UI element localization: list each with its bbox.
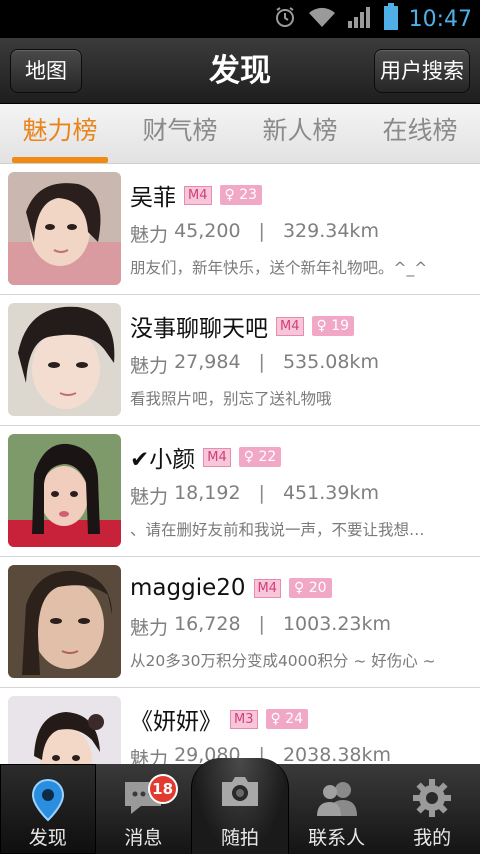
- status-bar: 10:47: [0, 0, 480, 38]
- distance: 1003.23km: [282, 613, 392, 635]
- age-badge: ♀ 20: [289, 578, 332, 598]
- user-name: 《妍妍》: [130, 709, 222, 735]
- divider: |: [258, 351, 265, 373]
- charm-label: 魅力: [130, 748, 169, 764]
- list-item[interactable]: 《妍妍》 M3 ♀ 24 魅力 29,080 | 2038.38km: [0, 688, 480, 764]
- user-search-button[interactable]: 用户搜索: [374, 49, 470, 93]
- avatar[interactable]: [8, 696, 121, 764]
- nav-mine-label: 我的: [413, 827, 452, 849]
- signal-icon: [347, 5, 373, 33]
- nav-snap[interactable]: 随拍: [191, 758, 289, 854]
- status-time: 10:47: [408, 6, 472, 32]
- divider: |: [258, 220, 265, 242]
- wifi-icon: [307, 5, 337, 33]
- level-badge: M3: [230, 709, 258, 729]
- user-signature: 、请在删好友前和我说一声，不要让我想…: [130, 521, 425, 539]
- charm-label: 魅力: [130, 486, 169, 508]
- level-badge: M4: [203, 447, 231, 467]
- bottom-nav: 发现 18 消息 随拍 联系人 我的: [0, 758, 480, 854]
- age-badge: ♀ 24: [265, 709, 309, 729]
- alarm-icon: [273, 5, 297, 33]
- tab-wealth[interactable]: 财气榜: [120, 104, 240, 163]
- user-name: 没事聊聊天吧: [130, 316, 268, 342]
- age-value: 20: [308, 580, 327, 596]
- avatar[interactable]: [8, 565, 121, 678]
- user-name: ✔小颜: [130, 447, 196, 473]
- age-badge: ♀ 22: [238, 447, 282, 467]
- list-item[interactable]: ✔小颜 M4 ♀ 22 魅力 18,192 | 451.39km 、请在删好友前…: [0, 426, 480, 557]
- avatar[interactable]: [8, 434, 121, 547]
- distance: 451.39km: [282, 482, 379, 504]
- charm-label: 魅力: [130, 617, 169, 639]
- user-signature: 朋友们，新年快乐，送个新年礼物吧。^_^: [130, 259, 428, 277]
- charm-value: 18,192: [174, 482, 241, 504]
- nav-discover[interactable]: 发现: [0, 764, 96, 854]
- age-value: 24: [285, 711, 304, 727]
- age-value: 19: [331, 318, 350, 334]
- user-signature: 从20多30万积分变成4000积分 ~ 好伤心 ~: [130, 652, 436, 670]
- avatar[interactable]: [8, 303, 121, 416]
- tab-charm[interactable]: 魅力榜: [0, 104, 120, 163]
- charm-label: 魅力: [130, 355, 169, 377]
- nav-mine[interactable]: 我的: [384, 764, 480, 854]
- divider: |: [258, 613, 265, 635]
- level-badge: M4: [184, 185, 212, 205]
- divider: |: [258, 482, 265, 504]
- charm-value: 16,728: [174, 613, 241, 635]
- nav-messages-label: 消息: [124, 827, 163, 849]
- nav-discover-label: 发现: [28, 827, 67, 849]
- age-value: 22: [258, 449, 277, 465]
- nav-snap-label: 随拍: [220, 827, 259, 849]
- distance: 535.08km: [282, 351, 379, 373]
- age-value: 23: [239, 187, 258, 203]
- nav-contacts-label: 联系人: [308, 827, 366, 849]
- list-item[interactable]: maggie20 M4 ♀ 20 魅力 16,728 | 1003.23km 从…: [0, 557, 480, 688]
- ranking-tabs: 魅力榜 财气榜 新人榜 在线榜: [0, 104, 480, 164]
- user-name: 吴菲: [130, 185, 176, 211]
- tab-online[interactable]: 在线榜: [360, 104, 480, 163]
- user-list: 吴菲 M4 ♀ 23 魅力 45,200 | 329.34km 朋友们，新年快乐…: [0, 164, 480, 764]
- charm-value: 45,200: [174, 220, 241, 242]
- distance: 2038.38km: [282, 744, 392, 764]
- level-badge: M4: [253, 578, 282, 598]
- gear-icon: [412, 778, 452, 822]
- tab-newcomer[interactable]: 新人榜: [240, 104, 360, 163]
- nav-contacts[interactable]: 联系人: [289, 764, 385, 854]
- charm-label: 魅力: [130, 224, 169, 246]
- user-name: maggie20: [130, 575, 246, 601]
- user-signature: 看我照片吧，别忘了送礼物哦: [130, 390, 332, 408]
- distance: 329.34km: [282, 220, 379, 242]
- avatar[interactable]: [8, 172, 121, 285]
- title-bar: 地图 发现 用户搜索: [0, 38, 480, 104]
- battery-icon: [383, 3, 399, 35]
- level-badge: M4: [276, 316, 304, 336]
- list-item[interactable]: 吴菲 M4 ♀ 23 魅力 45,200 | 329.34km 朋友们，新年快乐…: [0, 164, 480, 295]
- camera-icon: [218, 772, 262, 816]
- age-badge: ♀ 23: [219, 185, 263, 205]
- location-pin-icon: [31, 778, 65, 822]
- list-item[interactable]: 没事聊聊天吧 M4 ♀ 19 魅力 27,984 | 535.08km 看我照片…: [0, 295, 480, 426]
- nav-messages[interactable]: 18 消息: [96, 764, 192, 854]
- contacts-icon: [313, 778, 361, 822]
- age-badge: ♀ 19: [311, 316, 355, 336]
- unread-count-badge: 18: [147, 774, 178, 804]
- charm-value: 27,984: [174, 351, 241, 373]
